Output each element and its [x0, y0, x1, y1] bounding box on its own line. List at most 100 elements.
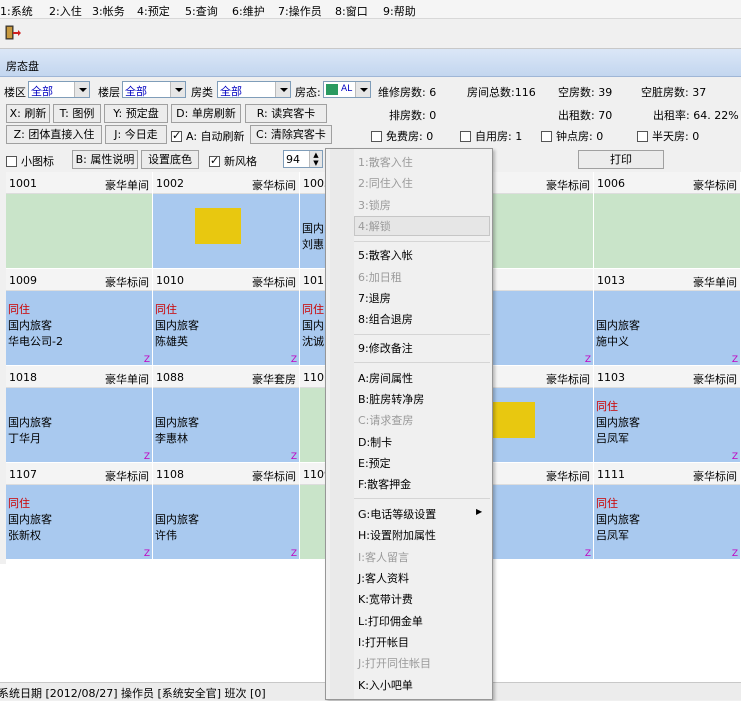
context-menu-item: C:请求查房	[358, 414, 414, 427]
menu-query[interactable]: 5:查询	[185, 3, 218, 19]
room-tile[interactable]: 1108 豪华标间 国内旅客 许伟 Z	[153, 463, 299, 559]
floor-select[interactable]: 全部	[122, 81, 186, 98]
menu-help[interactable]: 9:帮助	[383, 3, 416, 19]
context-menu-item[interactable]: D:制卡	[358, 434, 392, 450]
room-tile[interactable]: 1088 豪华套房 国内旅客 李惠林 Z	[153, 366, 299, 462]
context-menu-item[interactable]: H:设置附加属性	[358, 527, 436, 543]
room-tile-header: 1013 豪华单间	[594, 269, 740, 291]
campus-select[interactable]: 全部	[28, 81, 90, 98]
context-menu-item[interactable]: 5:散客入帐	[358, 247, 413, 263]
clear-card-button[interactable]: C: 清除宾客卡	[250, 125, 332, 144]
context-menu-item[interactable]: I:打开帐目	[358, 634, 409, 650]
room-flag: Z	[143, 355, 150, 365]
room-tile[interactable]: 1111 豪华标间 同住 国内旅客 吕凤军 Z	[594, 463, 740, 559]
room-tile[interactable]: 1107 豪华标间 同住 国内旅客 张新权 Z	[6, 463, 152, 559]
small-icon-checkbox[interactable]: 小图标	[6, 153, 54, 169]
room-status-body	[153, 194, 299, 268]
room-tile[interactable]: 1103 豪华标间 同住 国内旅客 吕凤军 Z	[594, 366, 740, 462]
guest-category: 国内旅客	[155, 513, 199, 526]
room-status-body: 国内旅客 李惠林 Z	[153, 388, 299, 462]
menu-system[interactable]: 1:系统	[0, 3, 33, 19]
legend-button[interactable]: T: 图例	[53, 104, 101, 123]
room-tile-header: 1006 豪华标间	[594, 172, 740, 194]
half-day-checkbox[interactable]: 半天房: 0	[637, 128, 699, 144]
attr-desc-button[interactable]: B: 属性说明	[72, 150, 138, 169]
today-leave-button[interactable]: J: 今日走	[105, 125, 167, 144]
print-button[interactable]: 打印	[578, 150, 664, 169]
context-menu-item: 3:锁房	[358, 199, 391, 212]
guest-name: 丁华月	[8, 432, 41, 445]
context-menu-item[interactable]: B:脏房转净房	[358, 391, 424, 407]
room-type: 豪华标间	[546, 470, 590, 483]
context-menu-item: 4:解锁	[358, 220, 391, 233]
context-menu-item[interactable]: L:打印佣金单	[358, 613, 423, 629]
free-room-checkbox[interactable]: 免费房: 0	[371, 128, 433, 144]
room-status-body: 同住 国内旅客 陈雄英 Z	[153, 291, 299, 365]
exit-door-icon[interactable]	[3, 24, 21, 42]
single-refresh-button[interactable]: D: 单房刷新	[171, 104, 241, 123]
room-type: 豪华标间	[105, 276, 149, 289]
roomtype-select[interactable]: 全部	[217, 81, 291, 98]
guest-category: 国内旅客	[596, 416, 640, 429]
room-tile[interactable]: 1010 豪华标间 同住 国内旅客 陈雄英 Z	[153, 269, 299, 365]
menu-accounts[interactable]: 3:帐务	[92, 3, 125, 19]
context-menu-item[interactable]: K:宽带计费	[358, 591, 413, 607]
room-flag: Z	[584, 355, 591, 365]
room-type: 豪华标间	[105, 470, 149, 483]
room-type: 豪华单间	[105, 373, 149, 386]
self-use-checkbox[interactable]: 自用房: 1	[460, 128, 522, 144]
menu-maintenance[interactable]: 6:维护	[232, 3, 265, 19]
room-number: 1013	[597, 274, 625, 287]
menu-booking[interactable]: 4:预定	[137, 3, 170, 19]
room-number: 1006	[597, 177, 625, 190]
size-spinner[interactable]: 94 ▲ ▼	[283, 150, 323, 168]
room-number: 1103	[597, 371, 625, 384]
context-menu-item[interactable]: A:房间属性	[358, 370, 413, 386]
menu-separator	[354, 362, 490, 363]
room-tile-header: 1002 豪华标间	[153, 172, 299, 194]
room-tile[interactable]: 1009 豪华标间 同住 国内旅客 华电公司-2 Z	[6, 269, 152, 365]
context-menu-item: J:打开同住帐目	[358, 657, 431, 670]
set-bg-button[interactable]: 设置底色	[141, 150, 199, 169]
context-menu-item[interactable]: K:入小吧单	[358, 677, 413, 693]
menu-window[interactable]: 8:窗口	[335, 3, 368, 19]
room-number: 1108	[156, 468, 184, 481]
stat-dirty: 空脏房数: 37	[641, 86, 707, 99]
context-menu-item[interactable]: E:预定	[358, 455, 391, 471]
room-type: 豪华标间	[252, 470, 296, 483]
context-menu-item[interactable]: 7:退房	[358, 290, 391, 306]
refresh-button[interactable]: X: 刷新	[6, 104, 50, 123]
room-tile[interactable]: 1002 豪华标间	[153, 172, 299, 268]
room-tile[interactable]: 1013 豪华单间 国内旅客 施中义 Z	[594, 269, 740, 365]
read-card-button[interactable]: R: 读宾客卡	[245, 104, 327, 123]
room-tile-header: 1107 豪华标间	[6, 463, 152, 485]
group-checkin-button[interactable]: Z: 团体直接入住	[6, 125, 102, 144]
prebook-button[interactable]: Y: 预定盘	[104, 104, 168, 123]
room-number: 1111	[597, 468, 625, 481]
room-tile[interactable]: 1006 豪华标间	[594, 172, 740, 268]
context-menu-item[interactable]: J:客人资料	[358, 570, 409, 586]
stat-rate: 出租率: 64. 22%	[653, 109, 739, 122]
auto-refresh-checkbox[interactable]: A: 自动刷新	[171, 128, 245, 144]
spinner-arrows-icon[interactable]: ▲ ▼	[309, 151, 322, 167]
room-tile[interactable]: 1001 豪华单间	[6, 172, 152, 268]
chevron-down-icon	[74, 82, 89, 97]
menu-operator[interactable]: 7:操作员	[278, 3, 322, 19]
checkbox-icon	[371, 131, 382, 142]
context-menu-item: 6:加日租	[358, 271, 402, 284]
toolbar	[0, 19, 741, 49]
guest-name: 沈诚	[302, 335, 324, 348]
context-menu-item[interactable]: F:散客押金	[358, 476, 411, 492]
context-menu-item[interactable]: 8:组合退房	[358, 311, 413, 327]
context-menu-item: 1:散客入住	[358, 156, 413, 169]
hourly-checkbox[interactable]: 钟点房: 0	[541, 128, 603, 144]
cohabit-label: 同住	[596, 497, 618, 510]
menu-checkin[interactable]: 2:入住	[49, 3, 82, 19]
room-tile[interactable]: 1018 豪华单间 国内旅客 丁华月 Z	[6, 366, 152, 462]
new-style-checkbox[interactable]: 新风格	[209, 153, 257, 169]
guest-category: 国内旅客	[8, 416, 52, 429]
guest-category: 国内旅客	[155, 319, 199, 332]
status-select[interactable]: AL	[323, 81, 371, 98]
context-menu-item[interactable]: 9:修改备注	[358, 340, 413, 356]
context-menu-item[interactable]: G:电话等级设置	[358, 506, 436, 522]
